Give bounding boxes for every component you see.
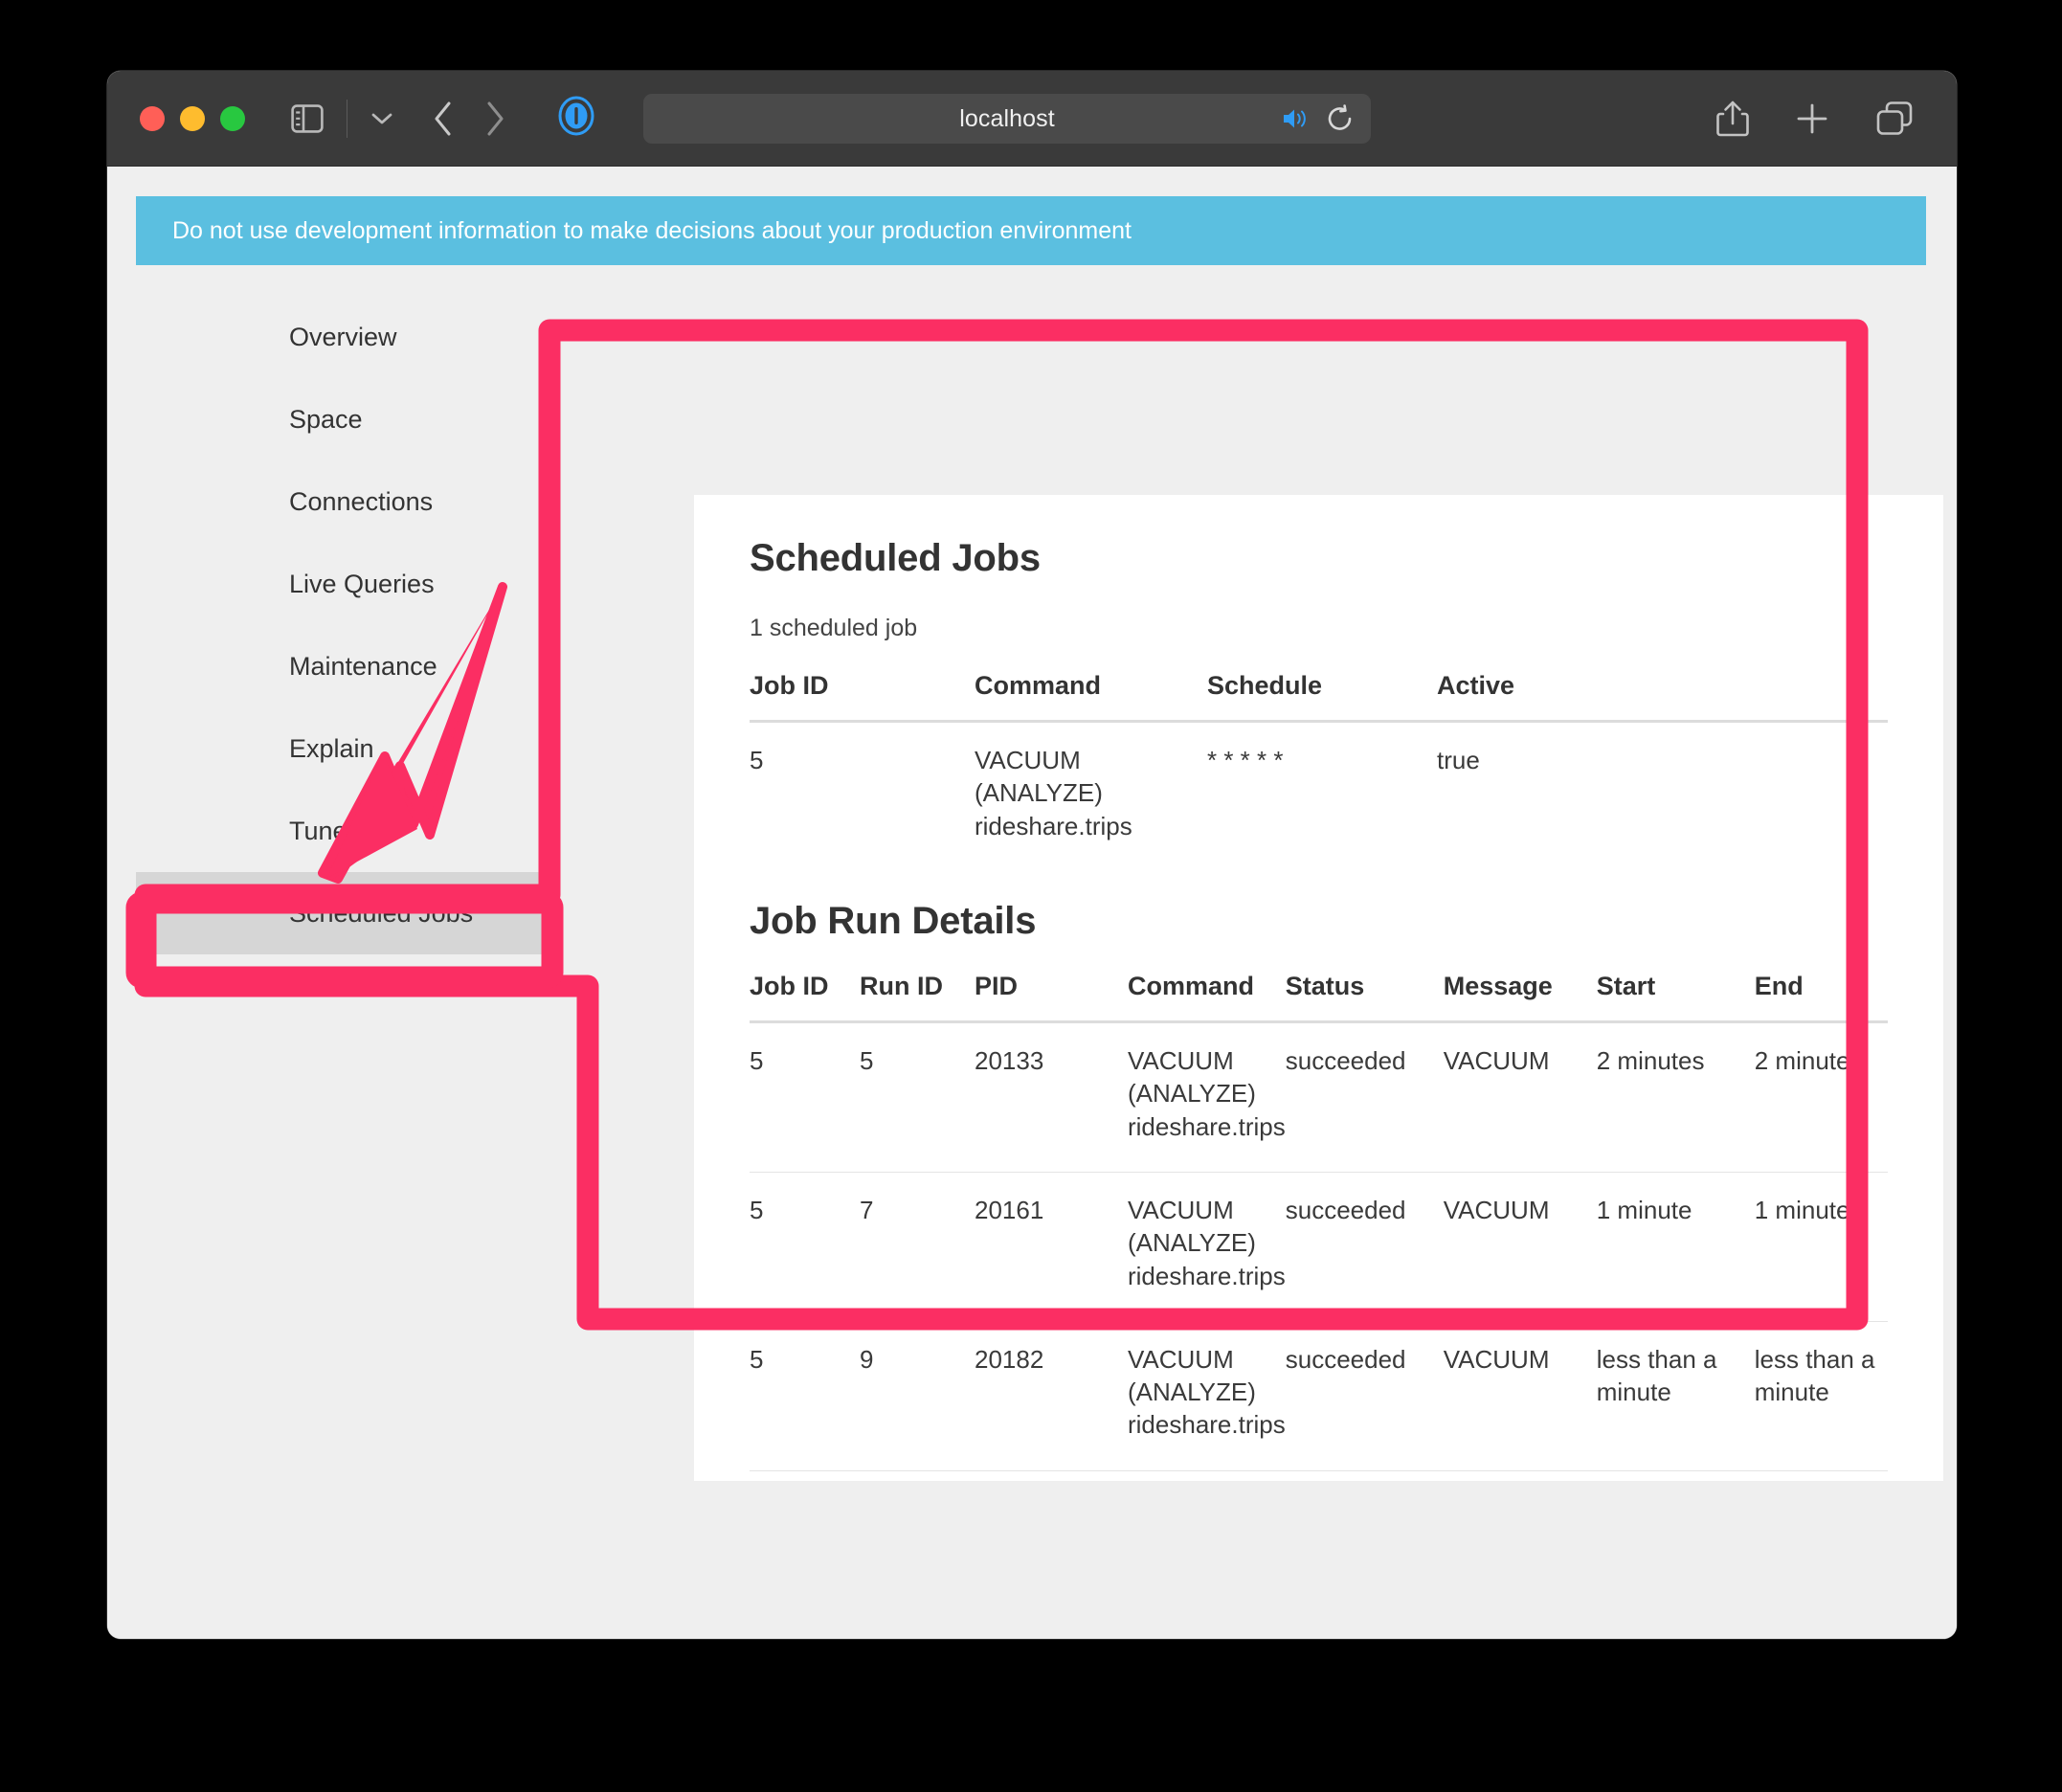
sidebar-controls xyxy=(291,99,393,138)
traffic-light-buttons xyxy=(140,105,245,131)
cell-start: less than a minute xyxy=(1596,1321,1755,1471)
share-icon[interactable] xyxy=(1715,99,1750,139)
column-header: Status xyxy=(1285,971,1444,1023)
sidebar-item-overview[interactable]: Overview xyxy=(136,296,557,378)
sidebar-item-label: Overview xyxy=(289,322,397,351)
cell-command: VACUUM (ANALYZE) rideshare.trips xyxy=(1128,1021,1286,1173)
main-content-card: Scheduled Jobs 1 scheduled job Job ID Com… xyxy=(694,495,1943,1481)
cell-pid: 20161 xyxy=(975,1172,1128,1322)
sidebar-item-tune[interactable]: Tune xyxy=(136,790,557,872)
job-run-details-table: Job ID Run ID PID Command Status Message Start… xyxy=(750,971,1888,1471)
table-header-row: Job ID Run ID PID Command Status Message Start… xyxy=(750,971,1888,1023)
sidebar-toggle-icon[interactable] xyxy=(291,103,324,133)
table-row: 5 VACUUM (ANALYZE) rideshare.trips * * * *… xyxy=(750,722,1888,871)
cell-status: succeeded xyxy=(1285,1172,1444,1322)
sidebar-item-label: Explain xyxy=(289,733,374,763)
toolbar-right-actions xyxy=(1715,71,1915,167)
column-header: Message xyxy=(1443,971,1597,1023)
close-window-icon[interactable] xyxy=(140,105,165,131)
column-header: Command xyxy=(975,671,1207,723)
cell-end: less than a minute xyxy=(1754,1321,1888,1471)
minimize-window-icon[interactable] xyxy=(180,105,205,131)
column-header: Command xyxy=(1128,971,1286,1023)
cell-status: succeeded xyxy=(1285,1021,1444,1173)
sidebar-nav: Overview Space Connections Live Queries Main… xyxy=(136,296,557,954)
table-row: 5 7 20161 VACUUM (ANALYZE) rideshare.trips s… xyxy=(750,1172,1888,1322)
cell-pid: 20133 xyxy=(975,1021,1128,1173)
scheduled-jobs-title: Scheduled Jobs xyxy=(750,537,1041,579)
job-run-details-title: Job Run Details xyxy=(750,899,1037,942)
forward-chevron-icon[interactable] xyxy=(483,100,506,138)
table-row: 5 5 20133 VACUUM (ANALYZE) rideshare.trips s… xyxy=(750,1021,1888,1173)
cell-end: 1 minute xyxy=(1754,1172,1888,1322)
table-row: 5 9 20182 VACUUM (ANALYZE) rideshare.trips s… xyxy=(750,1321,1888,1471)
cell-job-id: 5 xyxy=(750,1021,860,1173)
sidebar-item-explain[interactable]: Explain xyxy=(136,707,557,790)
reload-icon[interactable] xyxy=(1327,104,1354,133)
column-header: Run ID xyxy=(860,971,975,1023)
column-header: PID xyxy=(975,971,1128,1023)
table-header-row: Job ID Command Schedule Active xyxy=(750,671,1888,723)
url-text: localhost xyxy=(959,104,1055,132)
cell-end: 2 minutes xyxy=(1754,1021,1888,1173)
tab-overview-icon[interactable] xyxy=(1874,100,1915,138)
cell-start: 1 minute xyxy=(1596,1172,1755,1322)
cell-run-id: 7 xyxy=(860,1172,975,1322)
sidebar-item-live-queries[interactable]: Live Queries xyxy=(136,543,557,625)
development-warning-text: Do not use development information to ma… xyxy=(172,216,1132,244)
sidebar-item-label: Scheduled Jobs xyxy=(289,898,474,928)
sidebar-item-scheduled-jobs[interactable]: Scheduled Jobs xyxy=(136,872,557,954)
cell-run-id: 5 xyxy=(860,1021,975,1173)
cell-status: succeeded xyxy=(1285,1321,1444,1471)
cell-start: 2 minutes xyxy=(1596,1021,1755,1173)
onepassword-shield-icon[interactable] xyxy=(556,96,596,141)
chevron-down-icon[interactable] xyxy=(370,111,393,126)
column-header: Schedule xyxy=(1207,671,1437,723)
back-chevron-icon[interactable] xyxy=(432,100,455,138)
cell-job-id: 5 xyxy=(750,746,764,774)
cell-command: VACUUM (ANALYZE) rideshare.trips xyxy=(1128,1172,1286,1322)
sidebar-item-connections[interactable]: Connections xyxy=(136,460,557,543)
cell-command: VACUUM (ANALYZE) rideshare.trips xyxy=(1128,1321,1286,1471)
page-viewport: Do not use development information to ma… xyxy=(107,167,1957,1639)
development-warning-banner: Do not use development information to ma… xyxy=(136,196,1926,265)
cell-run-id: 9 xyxy=(860,1321,975,1471)
navigation-buttons xyxy=(432,100,506,138)
browser-window: localhost Do not use development informa… xyxy=(107,71,1957,1639)
column-header: Active xyxy=(1437,671,1888,723)
zoom-window-icon[interactable] xyxy=(220,105,245,131)
sidebar-item-label: Maintenance xyxy=(289,651,437,681)
plus-icon[interactable] xyxy=(1794,101,1830,137)
address-bar[interactable]: localhost xyxy=(643,94,1371,144)
cell-job-id: 5 xyxy=(750,1321,860,1471)
speaker-playing-icon[interactable] xyxy=(1281,106,1310,131)
browser-toolbar: localhost xyxy=(107,71,1957,167)
sidebar-item-maintenance[interactable]: Maintenance xyxy=(136,625,557,707)
column-header: End xyxy=(1754,971,1888,1023)
sidebar-item-label: Tune xyxy=(289,816,347,845)
cell-message: VACUUM xyxy=(1443,1021,1597,1173)
cell-message: VACUUM xyxy=(1443,1321,1597,1471)
column-header: Job ID xyxy=(750,971,860,1023)
sidebar-item-label: Live Queries xyxy=(289,569,435,598)
scheduled-jobs-table: Job ID Command Schedule Active 5 VACUUM (ANA… xyxy=(750,671,1888,871)
column-header: Job ID xyxy=(750,671,975,723)
cell-job-id: 5 xyxy=(750,1172,860,1322)
cell-active: true xyxy=(1437,746,1480,774)
column-header: Start xyxy=(1596,971,1755,1023)
cell-schedule: * * * * * xyxy=(1207,746,1284,774)
sidebar-item-label: Space xyxy=(289,404,363,434)
sidebar-item-label: Connections xyxy=(289,486,434,516)
cell-message: VACUUM xyxy=(1443,1172,1597,1322)
scheduled-jobs-count: 1 scheduled job xyxy=(750,615,918,641)
cell-pid: 20182 xyxy=(975,1321,1128,1471)
cell-command: VACUUM (ANALYZE) rideshare.trips xyxy=(975,746,1132,840)
sidebar-item-space[interactable]: Space xyxy=(136,378,557,460)
address-bar-icons xyxy=(1281,94,1354,144)
